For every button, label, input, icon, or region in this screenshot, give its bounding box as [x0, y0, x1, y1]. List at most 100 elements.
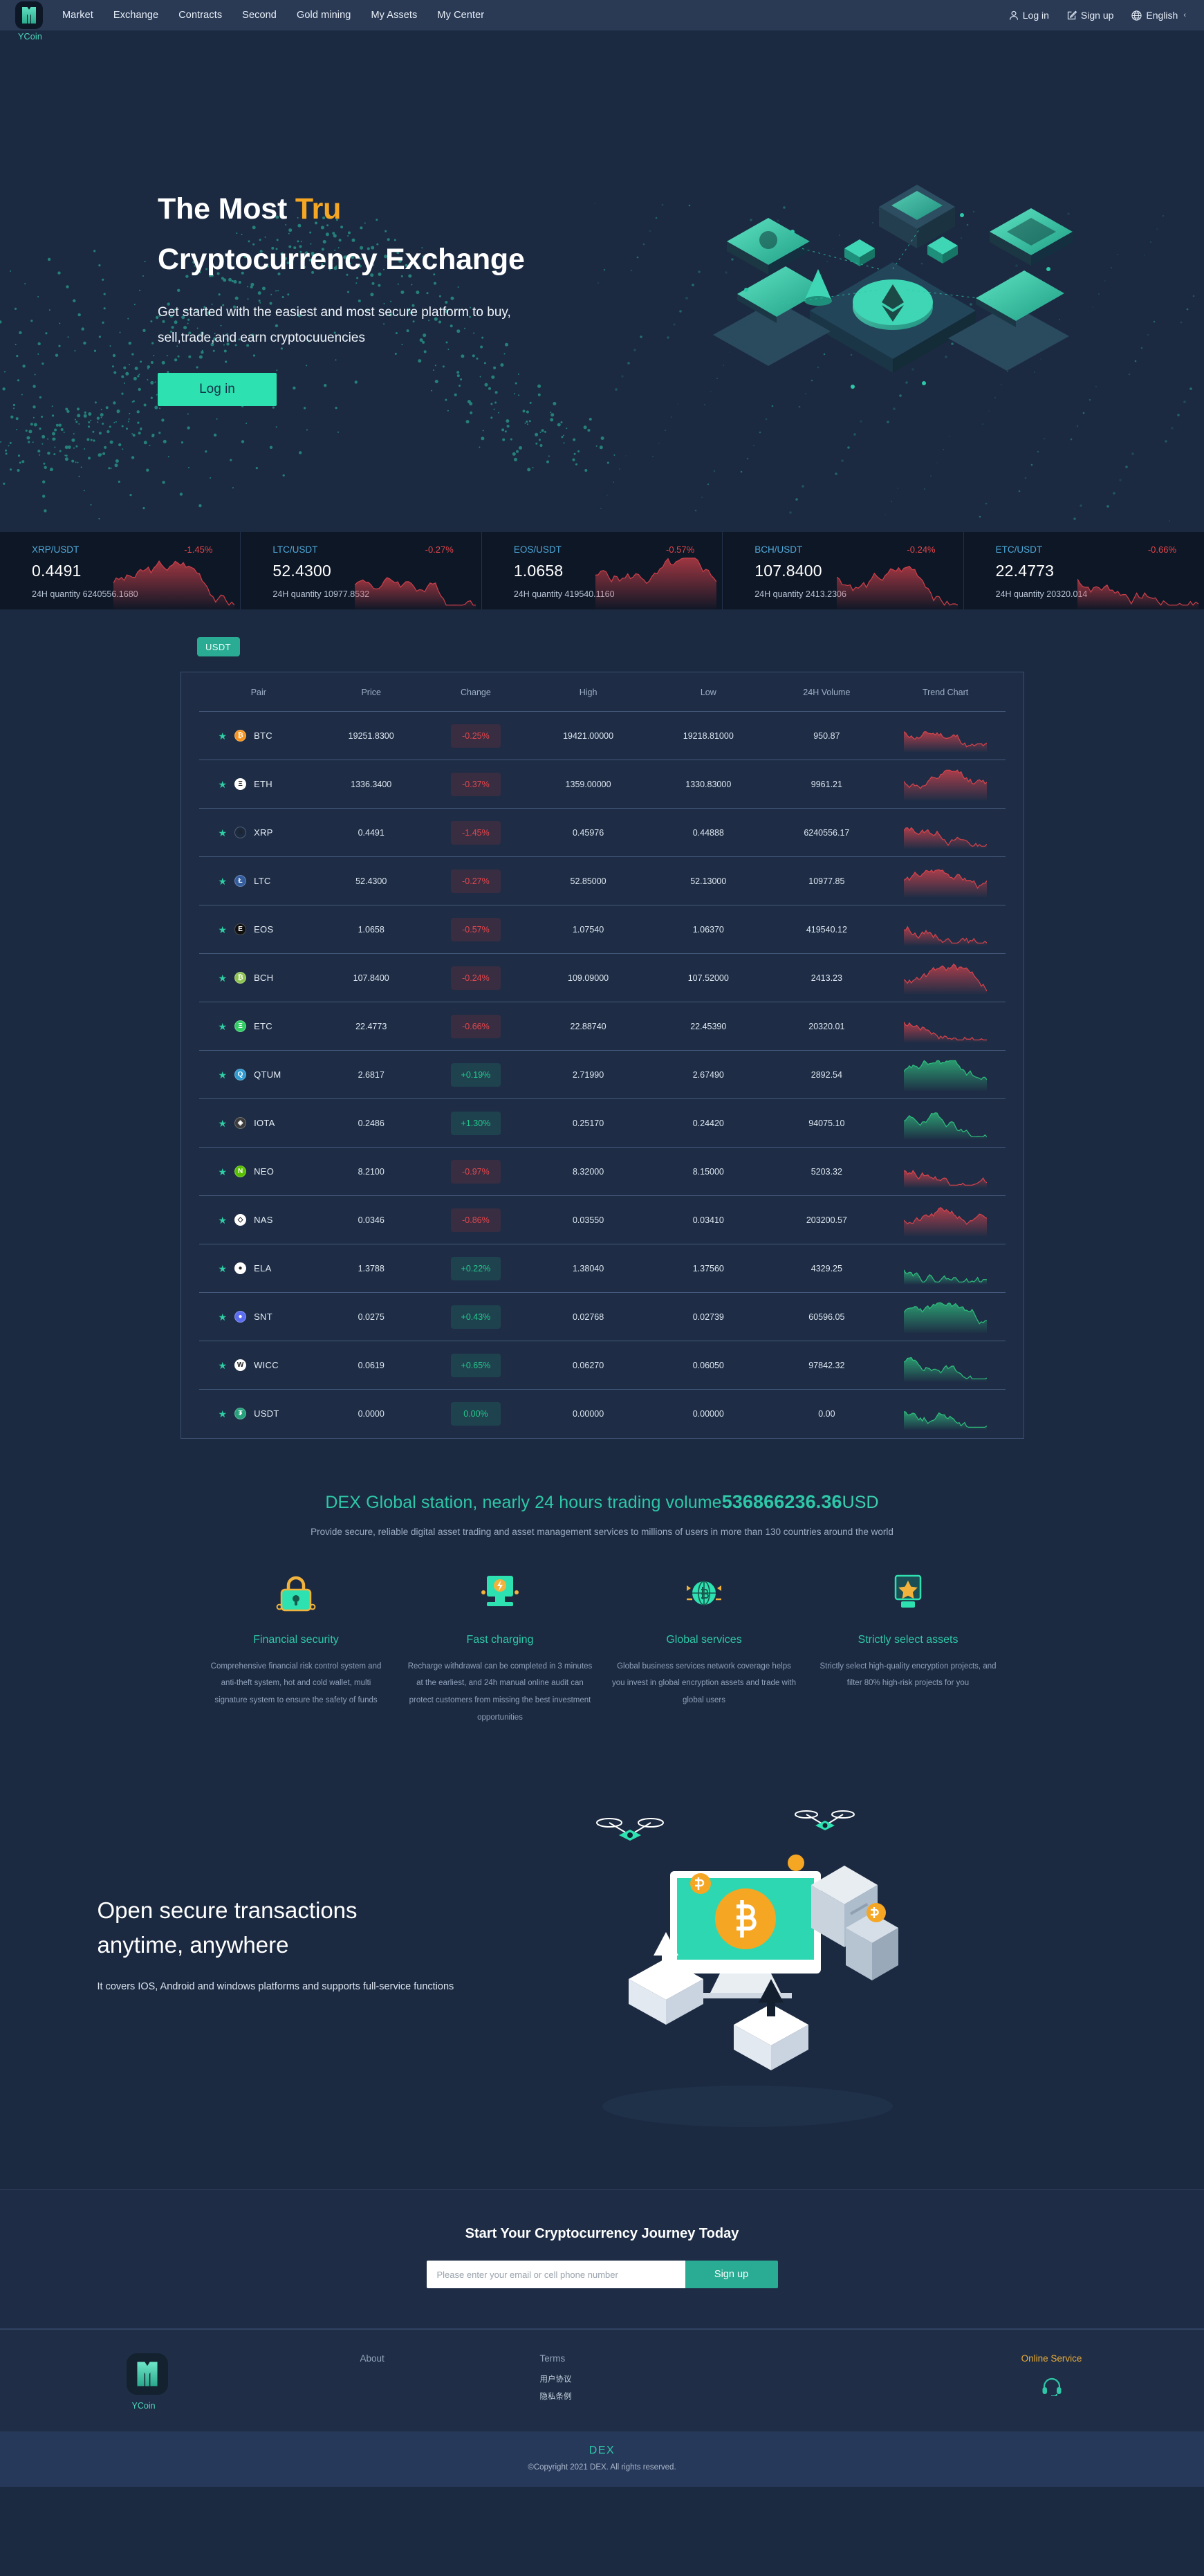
- nav-links: Market Exchange Contracts Second Gold mi…: [62, 10, 484, 21]
- nav-item-my-center[interactable]: My Center: [437, 10, 484, 21]
- copyright-bar: DEX ©Copyright 2021 DEX. All rights rese…: [0, 2431, 1204, 2487]
- app-promo-desc: It covers IOS, Android and windows platf…: [97, 1981, 454, 1993]
- col-header-low[interactable]: Low: [649, 672, 768, 712]
- nav-item-exchange[interactable]: Exchange: [113, 10, 158, 21]
- cell-volume: 2413.23: [811, 973, 842, 983]
- hero-login-button[interactable]: Log in: [158, 372, 277, 406]
- table-row[interactable]: ★ E EOS 1.0658 -0.57% 1.07540 1.06370 41…: [198, 905, 1006, 954]
- favorite-star-icon[interactable]: ★: [219, 973, 228, 983]
- favorite-star-icon[interactable]: ★: [219, 780, 228, 789]
- pair-symbol: EOS: [254, 924, 274, 935]
- ticker-pair: BCH/USDT: [754, 544, 803, 555]
- cell-price: 1.0658: [358, 924, 385, 935]
- favorite-star-icon[interactable]: ★: [219, 1361, 228, 1370]
- nav-item-market[interactable]: Market: [62, 10, 93, 21]
- table-row[interactable]: ★ W WICC 0.0619 +0.65% 0.06270 0.06050 9…: [198, 1341, 1006, 1390]
- ticker-item[interactable]: LTC/USDT -0.27% 52.4300 24H quantity 109…: [241, 532, 482, 609]
- col-header-volume[interactable]: 24H Volume: [768, 672, 886, 712]
- favorite-star-icon[interactable]: ★: [219, 828, 228, 838]
- login-button[interactable]: Log in: [1009, 10, 1049, 21]
- language-selector[interactable]: English ‹: [1131, 10, 1186, 21]
- cell-price: 0.0275: [358, 1312, 385, 1322]
- col-header-pair[interactable]: Pair: [199, 672, 319, 712]
- coin-icon: E: [234, 923, 247, 935]
- col-header-price[interactable]: Price: [318, 672, 424, 712]
- brand-logo[interactable]: [15, 1, 43, 29]
- col-header-high[interactable]: High: [528, 672, 649, 712]
- cell-volume: 9961.21: [811, 779, 842, 789]
- ticker-pair: LTC/USDT: [272, 544, 318, 555]
- ticker-item[interactable]: ETC/USDT -0.66% 22.4773 24H quantity 203…: [964, 532, 1204, 609]
- change-badge: -0.27%: [450, 869, 501, 893]
- table-row[interactable]: ★ ◈ IOTA 0.2486 +1.30% 0.25170 0.24420 9…: [198, 1098, 1006, 1148]
- cta-signup-button[interactable]: Sign up: [685, 2261, 778, 2289]
- feature-title-0: Financial security: [253, 1633, 339, 1646]
- favorite-star-icon[interactable]: ★: [219, 1022, 228, 1031]
- table-row[interactable]: ★ N NEO 8.2100 -0.97% 8.32000 8.15000 52…: [198, 1147, 1006, 1196]
- footer-brand-caption: YCoin: [131, 2401, 156, 2411]
- favorite-star-icon[interactable]: ★: [219, 731, 228, 741]
- table-row[interactable]: ★ Ξ ETC 22.4773 -0.66% 22.88740 22.45390…: [198, 1002, 1006, 1051]
- table-row[interactable]: ★ Ξ ETH 1336.3400 -0.37% 1359.00000 1330…: [198, 760, 1006, 809]
- copyright-text: ©Copyright 2021 DEX. All rights reserved…: [528, 2463, 676, 2472]
- table-row[interactable]: ★ ● SNT 0.0275 +0.43% 0.02768 0.02739 60…: [198, 1292, 1006, 1341]
- footer-col-terms: Terms 用户协议 隐私条例: [540, 2353, 720, 2408]
- stats-description: Provide secure, reliable digital asset t…: [311, 1526, 893, 1537]
- stats-section: DEX Global station, nearly 24 hours trad…: [0, 1471, 1204, 1775]
- cell-change: -0.57%: [424, 905, 527, 954]
- change-badge: -0.97%: [450, 1159, 501, 1184]
- email-or-phone-input[interactable]: [426, 2261, 685, 2289]
- favorite-star-icon[interactable]: ★: [219, 1215, 228, 1225]
- coin-icon: Q: [234, 1069, 247, 1080]
- table-row[interactable]: ★ ◇ NAS 0.0346 -0.86% 0.03550 0.03410 20…: [198, 1195, 1006, 1244]
- cell-change: -0.25%: [424, 712, 527, 760]
- cell-change: 0.00%: [424, 1390, 527, 1438]
- tab-usdt[interactable]: USDT: [196, 637, 240, 656]
- favorite-star-icon[interactable]: ★: [219, 876, 228, 886]
- cell-low: 22.45390: [690, 1021, 727, 1031]
- feature-text-1: Recharge withdrawal can be completed in …: [407, 1662, 593, 1722]
- feature-title-1: Fast charging: [466, 1633, 534, 1646]
- change-badge: +0.19%: [450, 1062, 501, 1087]
- coin-icon: ◈: [234, 1117, 247, 1129]
- ticker-item[interactable]: BCH/USDT -0.24% 107.8400 24H quantity 24…: [723, 532, 964, 609]
- favorite-star-icon[interactable]: ★: [219, 1167, 228, 1177]
- ticker-item[interactable]: EOS/USDT -0.57% 1.0658 24H quantity 4195…: [482, 532, 723, 609]
- feature-card-financial-security: Financial security Comprehensive financi…: [194, 1567, 398, 1727]
- nav-item-second[interactable]: Second: [242, 10, 277, 21]
- favorite-star-icon[interactable]: ★: [219, 1409, 228, 1419]
- footer-service-title: Online Service: [1021, 2353, 1082, 2364]
- table-row[interactable]: ★ Q QTUM 2.6817 +0.19% 2.71990 2.67490 2…: [198, 1050, 1006, 1099]
- cell-high: 1.38040: [572, 1263, 604, 1273]
- ticker-item[interactable]: XRP/USDT -1.45% 0.4491 24H quantity 6240…: [0, 532, 241, 609]
- favorite-star-icon[interactable]: ★: [219, 1264, 228, 1273]
- market-table: Pair Price Change High Low 24H Volume Tr…: [198, 672, 1006, 1438]
- table-row[interactable]: ★ Ł LTC 52.4300 -0.27% 52.85000 52.13000…: [198, 856, 1006, 905]
- headset-icon[interactable]: [962, 2377, 1142, 2397]
- nav-item-contracts[interactable]: Contracts: [178, 10, 222, 21]
- top-navigation-bar: Market Exchange Contracts Second Gold mi…: [0, 0, 1204, 30]
- favorite-star-icon[interactable]: ★: [219, 1119, 228, 1128]
- footer-online-service: Online Service: [962, 2353, 1142, 2397]
- cell-low: 0.00000: [692, 1408, 724, 1419]
- signup-button[interactable]: Sign up: [1067, 10, 1113, 21]
- footer-logo[interactable]: [126, 2353, 168, 2395]
- ycoin-logo-icon: [136, 2362, 158, 2386]
- table-row[interactable]: ★ ₿ BCH 107.8400 -0.24% 109.09000 107.52…: [198, 953, 1006, 1002]
- table-row[interactable]: ★ ✕ XRP 0.4491 -1.45% 0.45976 0.44888 62…: [198, 808, 1006, 857]
- ticker-change: -1.45%: [184, 544, 213, 555]
- nav-item-my-assets[interactable]: My Assets: [371, 10, 417, 21]
- hero-title: The Most Tru Cryptocurrency Exchange: [158, 191, 1204, 279]
- nav-item-gold-mining[interactable]: Gold mining: [297, 10, 351, 21]
- col-header-change[interactable]: Change: [424, 672, 527, 712]
- footer-link-user-agreement[interactable]: 用户协议: [540, 2373, 720, 2384]
- footer-link-privacy-policy[interactable]: 隐私条例: [540, 2391, 720, 2402]
- table-row[interactable]: ★ ₿ BTC 19251.8300 -0.25% 19421.00000 19…: [198, 711, 1006, 760]
- cell-price: 52.4300: [355, 876, 387, 886]
- favorite-star-icon[interactable]: ★: [219, 925, 228, 935]
- favorite-star-icon[interactable]: ★: [219, 1312, 228, 1322]
- favorite-star-icon[interactable]: ★: [219, 1070, 228, 1080]
- pair-symbol: QTUM: [254, 1069, 281, 1080]
- table-row[interactable]: ★ ₮ USDT 0.0000 0.00% 0.00000 0.00000 0.…: [198, 1389, 1006, 1438]
- table-row[interactable]: ★ ● ELA 1.3788 +0.22% 1.38040 1.37560 43…: [198, 1244, 1006, 1293]
